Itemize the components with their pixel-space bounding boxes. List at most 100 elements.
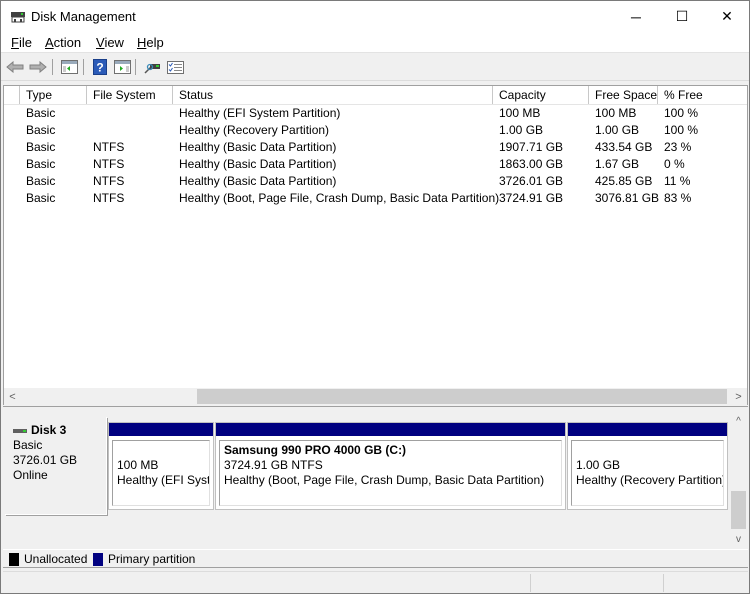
- horizontal-scroll-thumb[interactable]: [197, 389, 727, 404]
- partition-title: [117, 443, 205, 458]
- column-header-capacity[interactable]: Capacity: [492, 86, 588, 104]
- menu-file-label: ile: [18, 35, 32, 50]
- scroll-right-button[interactable]: >: [730, 388, 747, 405]
- unallocated-swatch: [9, 553, 19, 566]
- column-header-type[interactable]: Type: [19, 86, 86, 104]
- cell-percent-free: 11 %: [664, 174, 691, 188]
- toolbar-separator: [135, 59, 136, 75]
- close-button[interactable]: ✕: [704, 1, 750, 32]
- cell-status: Healthy (Boot, Page File, Crash Dump, Ba…: [179, 191, 500, 205]
- partition-recovery[interactable]: 1.00 GB Healthy (Recovery Partition): [567, 422, 728, 510]
- back-button[interactable]: [5, 58, 25, 76]
- toolbar-separator: [52, 59, 53, 75]
- column-header-free-space[interactable]: Free Space: [588, 86, 657, 104]
- volume-list: Type File System Status Capacity Free Sp…: [3, 85, 748, 405]
- volume-row[interactable]: Basic NTFS Healthy (Basic Data Partition…: [4, 173, 747, 190]
- properties-icon: [166, 60, 184, 74]
- partition-size: 100 MB: [117, 458, 159, 472]
- cell-percent-free: 83 %: [664, 191, 692, 205]
- show-hide-action-pane-button[interactable]: [112, 58, 132, 76]
- cell-status: Healthy (EFI System Partition): [179, 106, 341, 120]
- disk-info-panel[interactable]: Disk 3 Basic 3726.01 GB Online: [5, 417, 107, 515]
- show-hide-console-tree-icon: [60, 60, 78, 74]
- column-header-percent-free[interactable]: % Free: [657, 86, 747, 104]
- vertical-scroll-thumb[interactable]: [731, 491, 746, 529]
- partition-status: Healthy (Boot, Page File, Crash Dump, Ba…: [224, 473, 545, 487]
- cell-capacity: 1863.00 GB: [499, 157, 564, 171]
- menu-action[interactable]: Action: [45, 35, 81, 50]
- partition-details: 1.00 GB Healthy (Recovery Partition): [571, 440, 724, 506]
- svg-text:?: ?: [96, 61, 103, 75]
- disk-management-window: Disk Management ─ ☐ ✕ File Action View H…: [0, 0, 750, 594]
- window-title: Disk Management: [31, 9, 136, 24]
- back-icon: [6, 61, 24, 73]
- menu-file[interactable]: File: [11, 35, 32, 50]
- chevron-left-icon: <: [9, 390, 16, 403]
- column-header-file-system[interactable]: File System: [86, 86, 172, 104]
- column-header-file-system-label: File System: [93, 88, 156, 102]
- column-header-type-label: Type: [26, 88, 53, 102]
- cell-percent-free: 100 %: [664, 106, 699, 120]
- volume-row[interactable]: Basic Healthy (Recovery Partition) 1.00 …: [4, 122, 747, 139]
- close-icon: ✕: [721, 8, 733, 24]
- cell-capacity: 100 MB: [499, 106, 541, 120]
- legend-unallocated-label: Unallocated: [24, 552, 88, 566]
- properties-button[interactable]: [165, 58, 185, 76]
- minimize-button[interactable]: ─: [613, 1, 659, 32]
- scroll-down-button[interactable]: v: [730, 531, 747, 548]
- toolbar: ?: [1, 54, 749, 81]
- disk-title: Disk 3: [13, 423, 106, 438]
- partition-primary-bar: [109, 423, 213, 436]
- show-hide-console-tree-button[interactable]: [59, 58, 79, 76]
- cell-percent-free: 100 %: [664, 123, 699, 137]
- cell-status: Healthy (Basic Data Partition): [179, 157, 337, 171]
- volume-row[interactable]: Basic NTFS Healthy (Basic Data Partition…: [4, 139, 747, 156]
- menu-action-accel: A: [45, 35, 54, 50]
- maximize-icon: ☐: [675, 8, 689, 24]
- cell-status: Healthy (Recovery Partition): [179, 123, 330, 137]
- menu-action-label: ction: [53, 35, 82, 50]
- disk-state: Online: [13, 468, 48, 482]
- volume-row[interactable]: Basic NTFS Healthy (Basic Data Partition…: [4, 156, 747, 173]
- menu-file-accel: F: [11, 35, 19, 50]
- cell-status: Healthy (Basic Data Partition): [179, 140, 337, 154]
- status-separator: [663, 574, 664, 592]
- cell-percent-free: 0 %: [664, 157, 685, 171]
- help-button[interactable]: ?: [90, 58, 110, 76]
- menu-help-label: elp: [146, 35, 164, 50]
- disk-size: 3726.01 GB: [13, 453, 78, 467]
- cell-free-space: 3076.81 GB: [595, 191, 660, 205]
- column-header-status-label: Status: [179, 88, 214, 102]
- cell-file-system: NTFS: [93, 191, 125, 205]
- cell-free-space: 100 MB: [595, 106, 637, 120]
- column-header-free-space-label: Free Space: [595, 88, 658, 102]
- partition-status: Healthy (EFI System Partition): [117, 473, 209, 487]
- cell-free-space: 1.67 GB: [595, 157, 640, 171]
- partition-c-drive[interactable]: Samsung 990 PRO 4000 GB (C:) 3724.91 GB …: [215, 422, 566, 510]
- partition-efi[interactable]: 100 MB Healthy (EFI System Partition): [108, 422, 214, 510]
- scroll-up-button[interactable]: ^: [730, 413, 747, 430]
- menu-help[interactable]: Help: [137, 35, 164, 50]
- cell-free-space: 433.54 GB: [595, 140, 653, 154]
- cell-file-system: NTFS: [93, 157, 125, 171]
- forward-icon: [29, 61, 47, 73]
- cell-type: Basic: [26, 157, 56, 171]
- partition-title: Samsung 990 PRO 4000 GB (C:): [224, 443, 407, 457]
- help-icon: ?: [93, 59, 107, 75]
- scroll-left-button[interactable]: <: [4, 388, 21, 405]
- forward-button[interactable]: [28, 58, 48, 76]
- menu-view[interactable]: View: [96, 35, 124, 50]
- connect-button[interactable]: [142, 58, 162, 76]
- vertical-scrollbar[interactable]: ^ v: [730, 411, 747, 549]
- menu-view-label: iew: [104, 35, 124, 50]
- maximize-button[interactable]: ☐: [659, 1, 705, 32]
- column-header-status[interactable]: Status: [172, 86, 492, 104]
- disk-graph-pane: Disk 3 Basic 3726.01 GB Online 100 MB He…: [3, 411, 748, 549]
- cell-free-space: 425.85 GB: [595, 174, 653, 188]
- volume-row[interactable]: Basic Healthy (EFI System Partition) 100…: [4, 105, 747, 122]
- volume-row[interactable]: Basic NTFS Healthy (Boot, Page File, Cra…: [4, 190, 747, 207]
- cell-type: Basic: [26, 123, 56, 137]
- cell-percent-free: 23 %: [664, 140, 692, 154]
- horizontal-scrollbar[interactable]: < >: [4, 388, 747, 405]
- status-bar: [3, 571, 748, 593]
